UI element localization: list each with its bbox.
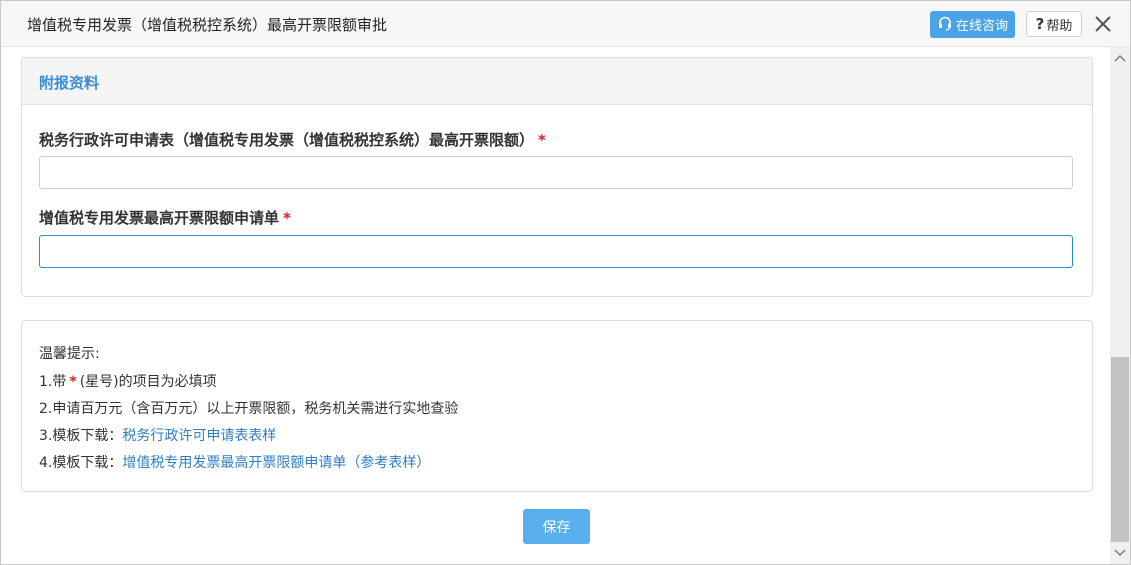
required-mark: * bbox=[69, 374, 77, 390]
dialog-title: 增值税专用发票（增值税税控系统）最高开票限额审批 bbox=[27, 16, 388, 34]
headset-icon bbox=[937, 15, 953, 35]
scrollbar-thumb[interactable] bbox=[1111, 357, 1129, 542]
tip-onsite-inspection: 2.申请百万元（含百万元）以上开票限额，税务机关需进行实地查验 bbox=[39, 401, 459, 417]
quota-application-input[interactable] bbox=[39, 235, 1073, 268]
field-label-text: 增值税专用发票最高开票限额申请单 bbox=[39, 209, 280, 227]
required-mark: * bbox=[538, 131, 546, 149]
dialog: 增值税专用发票（增值税税控系统）最高开票限额审批 在线咨询 ? 帮助 附报资料 … bbox=[0, 0, 1131, 565]
online-consult-label: 在线咨询 bbox=[955, 19, 1008, 34]
field-label-permit-application: 税务行政许可申请表（增值税专用发票（增值税税控系统）最高开票限额） * bbox=[39, 129, 546, 150]
quota-template-link[interactable]: 增值税专用发票最高开票限额申请单（参考表样） bbox=[122, 455, 430, 471]
permit-template-link[interactable]: 税务行政许可申请表表样 bbox=[122, 428, 276, 444]
field-label-quota-application: 增值税专用发票最高开票限额申请单 * bbox=[39, 207, 291, 228]
attachments-panel: 附报资料 税务行政许可申请表（增值税专用发票（增值税税控系统）最高开票限额） * … bbox=[21, 57, 1093, 297]
field-label-text: 税务行政许可申请表（增值税专用发票（增值税税控系统）最高开票限额） bbox=[39, 131, 535, 149]
dialog-content: 附报资料 税务行政许可申请表（增值税专用发票（增值税税控系统）最高开票限额） * … bbox=[1, 47, 1109, 564]
dialog-titlebar: 增值税专用发票（增值税税控系统）最高开票限额审批 在线咨询 ? 帮助 bbox=[1, 1, 1130, 47]
chevron-up-icon[interactable] bbox=[1110, 49, 1130, 67]
tips-heading: 温馨提示: bbox=[39, 346, 100, 362]
save-button[interactable]: 保存 bbox=[523, 509, 590, 544]
permit-application-input[interactable] bbox=[39, 156, 1073, 189]
attachments-panel-title: 附报资料 bbox=[39, 74, 100, 92]
help-button[interactable]: ? 帮助 bbox=[1026, 11, 1082, 37]
question-icon: ? bbox=[1035, 15, 1045, 33]
tip-text: 1.带 bbox=[39, 374, 67, 390]
tip-template-permit: 3.模板下载：税务行政许可申请表表样 bbox=[39, 425, 276, 445]
required-mark: * bbox=[283, 209, 291, 227]
tip-required-note: 1.带 * (星号)的项目为必填项 bbox=[39, 371, 217, 391]
chevron-down-icon[interactable] bbox=[1110, 544, 1130, 562]
close-icon[interactable] bbox=[1093, 13, 1113, 35]
tip-text: 3.模板下载： bbox=[39, 428, 123, 444]
tip-text: (星号)的项目为必填项 bbox=[79, 374, 217, 390]
scrollbar[interactable] bbox=[1110, 47, 1130, 564]
tip-template-quota: 4.模板下载：增值税专用发票最高开票限额申请单（参考表样） bbox=[39, 452, 430, 472]
tips-panel: 温馨提示: 1.带 * (星号)的项目为必填项 2.申请百万元（含百万元）以上开票限… bbox=[21, 320, 1093, 492]
online-consult-button[interactable]: 在线咨询 bbox=[930, 11, 1015, 38]
help-label: 帮助 bbox=[1046, 18, 1073, 34]
attachments-panel-header: 附报资料 bbox=[22, 58, 1092, 105]
tip-text: 4.模板下载： bbox=[39, 455, 123, 471]
